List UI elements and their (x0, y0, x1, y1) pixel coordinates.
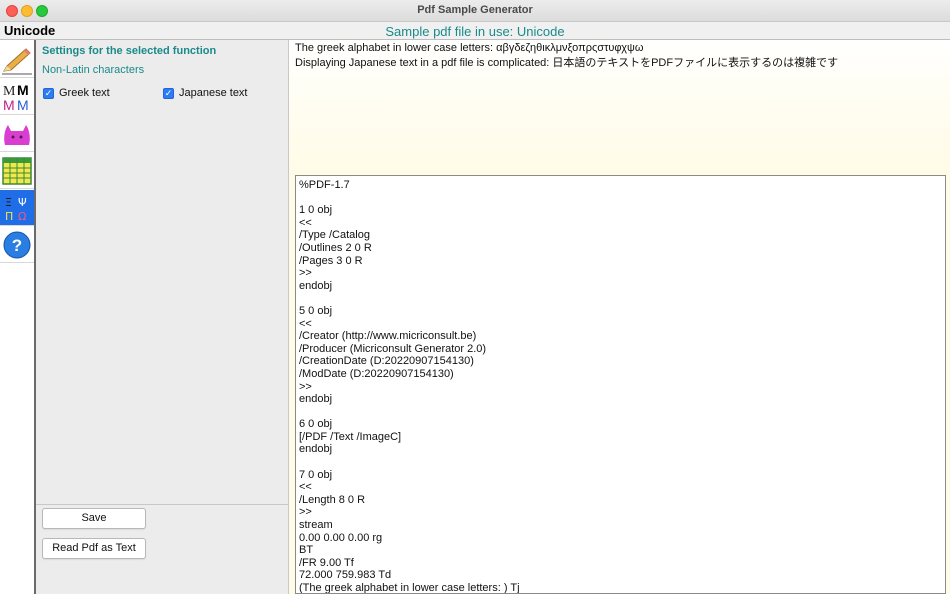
settings-divider (36, 504, 289, 505)
svg-text:Π: Π (5, 210, 13, 223)
pdf-source-line: >> (299, 506, 312, 519)
japanese-preview-text: Displaying Japanese text in a pdf file i… (295, 57, 839, 69)
greek-text-checkbox[interactable]: ✓ Greek text (43, 87, 110, 99)
checkmark-icon: ✓ (43, 87, 54, 99)
pdf-source-line: (The greek alphabet in lower case letter… (299, 582, 520, 594)
title-bar: Pdf Sample Generator (0, 0, 950, 22)
pdf-source-line: /Producer (Micriconsult Generator 2.0) (299, 342, 487, 355)
settings-subtitle: Non-Latin characters (42, 64, 145, 76)
table-icon (2, 156, 32, 185)
pencil-icon (2, 47, 32, 74)
pdf-source-line: << (299, 481, 312, 494)
svg-text:Ξ: Ξ (5, 196, 12, 209)
pdf-source-line: /FR 9.00 Tf (299, 556, 354, 569)
pdf-source-line: 0.00 0.00 0.00 rg (299, 531, 383, 544)
svg-text:Ω: Ω (18, 210, 26, 223)
pdf-source-line: << (299, 216, 312, 229)
tool-unicode[interactable]: Ξ Ψ Π Ω (0, 190, 34, 226)
pdf-source-line: 72.000 759.983 Td (299, 569, 392, 582)
svg-text:M: M (17, 97, 29, 112)
svg-text:M: M (17, 82, 29, 98)
pdf-source-line: stream (299, 519, 333, 532)
pdf-source-line: 6 0 obj (299, 418, 333, 431)
pdf-source-line: /Type /Catalog (299, 229, 370, 242)
save-button[interactable]: Save (42, 508, 146, 529)
pdf-source-line: /Creator (http://www.micriconsult.be) (299, 330, 477, 343)
pdf-source-line: %PDF-1.7 (299, 179, 350, 191)
svg-text:Ψ: Ψ (18, 196, 27, 209)
pdf-source-line: /CreationDate (D:20220907154130) (299, 355, 474, 368)
pdf-source-line: /Pages 3 0 R (299, 254, 363, 267)
pdf-source-line (299, 192, 945, 205)
pdf-source-line (299, 406, 945, 419)
pdf-source-line: << (299, 317, 312, 330)
tool-help[interactable]: ? (0, 227, 34, 263)
pdf-source-line (299, 456, 945, 469)
pdf-source-line: /ModDate (D:20220907154130) (299, 367, 454, 380)
function-toolbar: M M M M Ξ Ψ Π Ω ? (0, 40, 36, 594)
japanese-text-label: Japanese text (179, 87, 248, 99)
tool-pencil[interactable] (0, 42, 34, 78)
settings-panel: Settings for the selected function Non-L… (36, 40, 289, 594)
pdf-source-line: [/PDF /Text /ImageC] (299, 430, 402, 443)
pdf-source-line: BT (299, 544, 314, 557)
svg-text:?: ? (12, 236, 22, 255)
pdf-source-line: >> (299, 380, 312, 393)
file-in-use-label: Sample pdf file in use: Unicode (385, 24, 565, 39)
pdf-source-line: /Outlines 2 0 R (299, 241, 372, 254)
font-styles-icon: M M M M (3, 82, 29, 112)
read-pdf-as-text-button[interactable]: Read Pdf as Text (42, 538, 146, 559)
window-title: Pdf Sample Generator (417, 4, 533, 16)
pdf-source-line: endobj (299, 443, 333, 456)
tool-table[interactable] (0, 153, 34, 189)
settings-title: Settings for the selected function (42, 45, 217, 57)
svg-text:M: M (3, 97, 15, 112)
pdf-source-line: 5 0 obj (299, 304, 333, 317)
header-bar: Unicode Sample pdf file in use: Unicode (0, 22, 950, 40)
checkmark-icon: ✓ (163, 87, 174, 99)
pdf-source-line: 7 0 obj (299, 468, 333, 481)
help-icon: ? (3, 231, 31, 258)
preview-panel: The greek alphabet in lower case letters… (289, 40, 950, 594)
pdf-source-line: /Length 8 0 R (299, 493, 366, 506)
tool-font-styles[interactable]: M M M M (0, 79, 34, 115)
tool-image[interactable] (0, 116, 34, 152)
pdf-source-line: endobj (299, 279, 333, 292)
pdf-source-line: 1 0 obj (299, 204, 333, 217)
cat-icon (4, 124, 30, 145)
greek-preview-text: The greek alphabet in lower case letters… (295, 42, 644, 54)
pdf-source-line (299, 292, 945, 305)
japanese-text-checkbox[interactable]: ✓ Japanese text (163, 87, 248, 99)
pdf-source-text-area[interactable]: %PDF-1.7 1 0 obj <</Type /Catalog/Outlines… (295, 175, 946, 594)
unicode-icon: Ξ Ψ Π Ω (5, 196, 27, 223)
greek-text-label: Greek text (59, 87, 110, 99)
pdf-source-line: endobj (299, 393, 333, 406)
pdf-source-line: >> (299, 267, 312, 280)
